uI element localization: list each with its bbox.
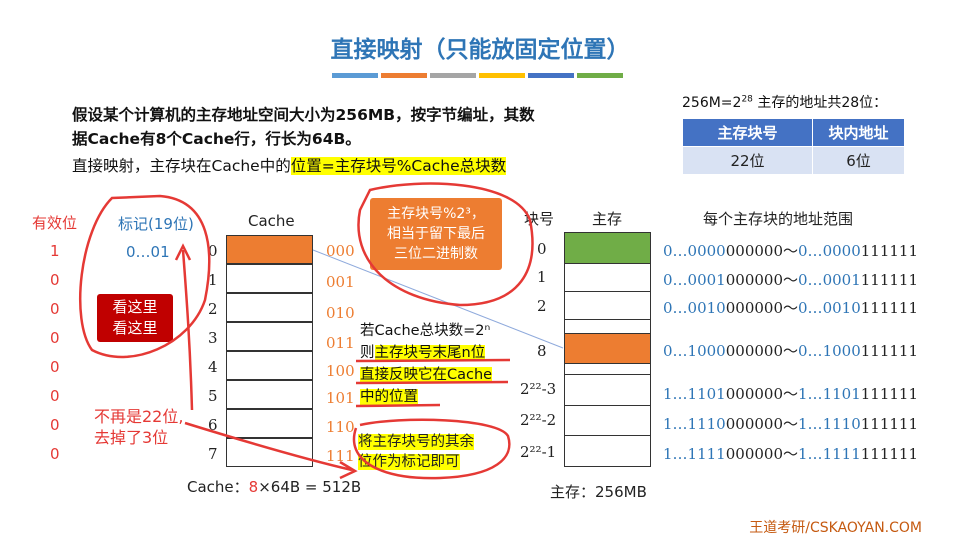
annotation-overlay [78, 182, 564, 480]
underline-mark [355, 403, 441, 408]
mapping-line [312, 249, 564, 349]
underline-mark [355, 358, 511, 363]
note-circle-mark [352, 418, 511, 480]
footer-brand: 王道考研/CSKAOYAN.COM [749, 520, 922, 536]
tag-circle-mark [78, 194, 211, 359]
arrow-right-mark [184, 421, 353, 472]
callout-circle-mark [357, 182, 534, 307]
underline-mark [355, 380, 509, 385]
